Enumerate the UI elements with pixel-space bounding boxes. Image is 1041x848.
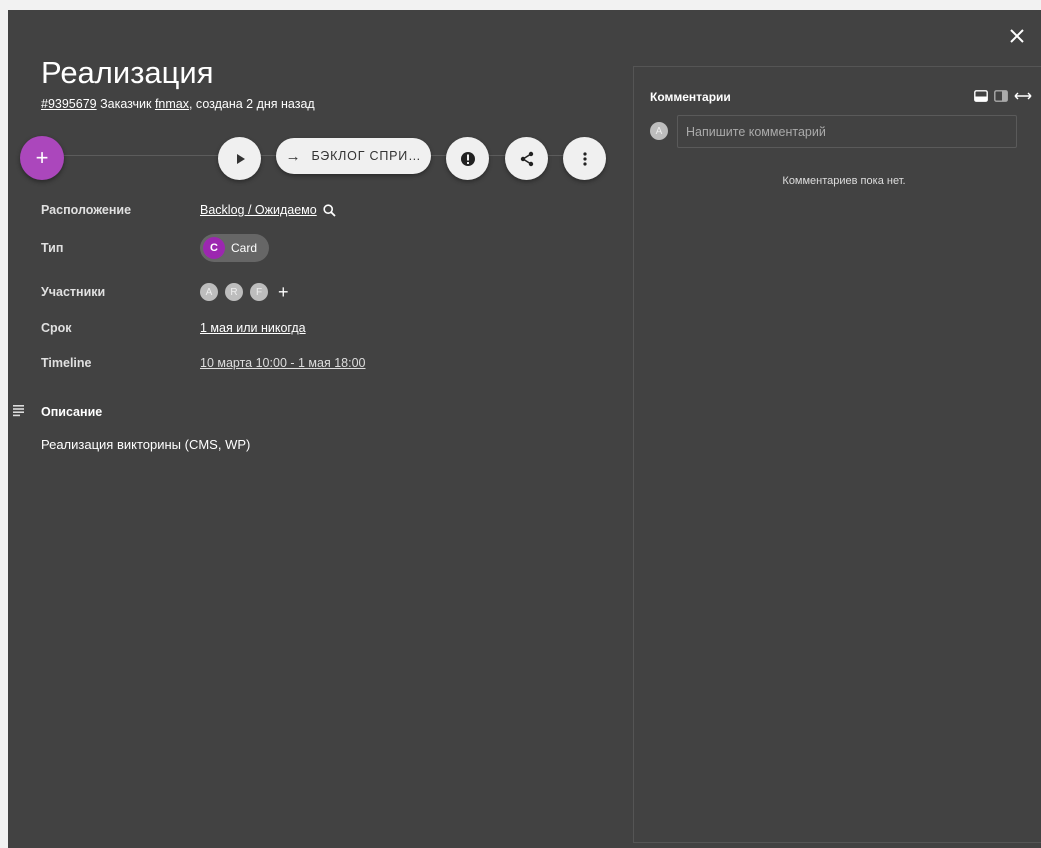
share-button[interactable] [505,137,548,180]
members-value: A R F + [200,282,289,303]
comments-title: Комментарии [650,90,731,104]
arrow-right-icon: → [285,147,302,165]
close-button[interactable] [1005,24,1029,48]
add-button[interactable]: + [20,136,64,180]
type-chip-label: Card [231,241,258,255]
layout-side-icon[interactable] [994,90,1008,102]
more-vert-icon [582,151,587,166]
location-link[interactable]: Backlog / Ожидаемо [200,203,317,217]
card-id-link[interactable]: #9395679 [41,97,97,111]
share-icon [520,151,533,166]
description-icon [13,405,24,417]
card-meta: #9395679 Заказчик fnmax, создана 2 дня н… [41,97,315,111]
more-button[interactable] [563,137,606,180]
card-title[interactable]: Реализация [41,55,214,91]
play-icon [236,153,245,164]
members-label: Участники [41,285,106,299]
member-avatar[interactable]: A [200,283,218,301]
description-text[interactable]: Реализация викторины (CMS, WP) [41,437,250,452]
due-label: Срок [41,321,72,335]
due-value: 1 мая или никогда [200,321,306,335]
timeline-value: 10 марта 10:00 - 1 мая 18:00 [200,356,366,370]
priority-button[interactable] [446,137,489,180]
location-value: Backlog / Ожидаемо [200,203,336,217]
layout-bottom-icon[interactable] [974,90,988,102]
member-avatar[interactable]: R [225,283,243,301]
type-chip[interactable]: C Card [200,234,270,262]
timeline-label: Timeline [41,356,92,370]
add-member-button[interactable]: + [278,282,289,303]
created-text: , создана 2 дня назад [188,97,315,111]
description-heading: Описание [41,405,103,419]
close-icon [1010,29,1024,43]
comments-empty-text: Комментариев пока нет. [782,175,906,187]
search-icon[interactable] [323,203,336,217]
type-value: C Card [200,234,270,262]
location-label: Расположение [41,203,132,217]
member-avatar[interactable]: F [250,283,268,301]
play-button[interactable] [218,137,261,180]
alert-icon [460,151,475,166]
type-chip-avatar: C [203,237,225,259]
card-dialog: Реализация #9395679 Заказчик fnmax, созд… [8,10,1041,848]
comments-layout-controls [974,90,1032,102]
move-to-list-button[interactable]: → БЭКЛОГ СПРИ… [276,138,431,174]
type-label: Тип [41,241,64,255]
move-to-list-label: БЭКЛОГ СПРИ… [311,149,422,163]
comment-user-avatar: A [650,122,668,140]
comments-panel: Комментарии A Комментариев пока нет. [633,66,1041,843]
customer-prefix: Заказчик [100,97,152,111]
timeline-link[interactable]: 10 марта 10:00 - 1 мая 18:00 [200,356,366,370]
expand-horizontal-icon[interactable] [1014,91,1032,101]
customer-link[interactable]: fnmax [155,97,189,111]
due-link[interactable]: 1 мая или никогда [200,321,306,335]
comment-input[interactable] [677,115,1017,148]
plus-icon: + [35,145,49,170]
